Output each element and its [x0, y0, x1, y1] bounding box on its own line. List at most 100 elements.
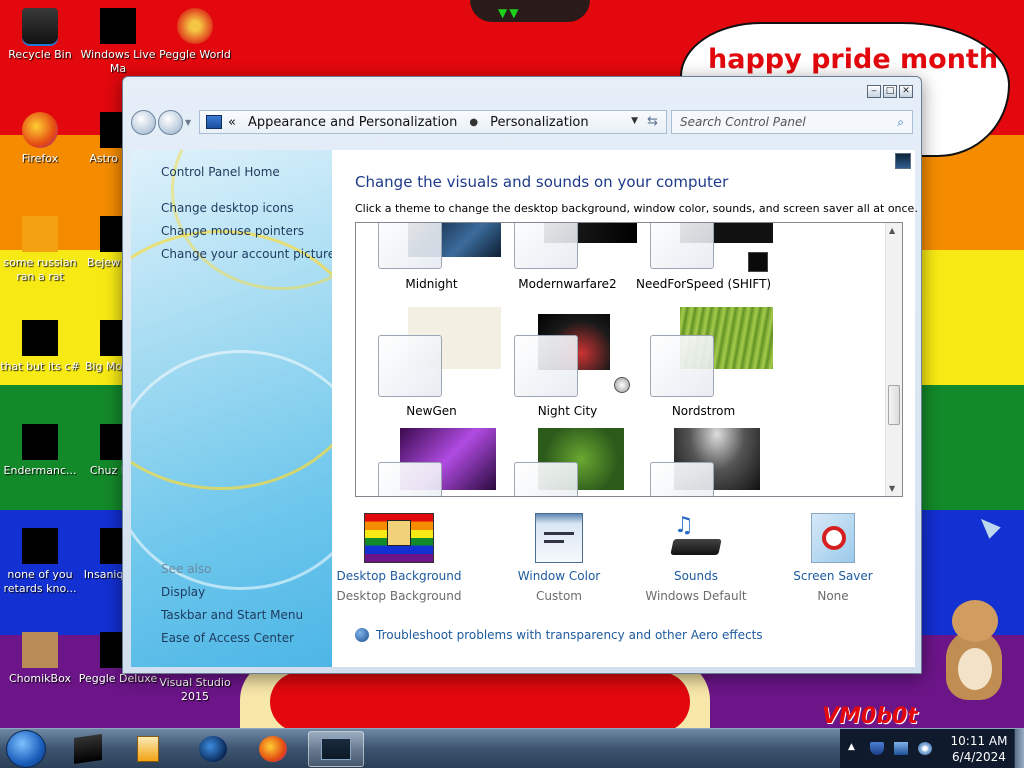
taskbar-app-4[interactable] [245, 731, 301, 767]
nav-link-change-account-picture[interactable]: Change your account picture [161, 247, 332, 261]
desktop-icon-firefox[interactable]: Firefox [0, 112, 80, 166]
setting-desktop-background[interactable]: Desktop Background Desktop Background [332, 513, 466, 603]
desktop-icon-endermanc[interactable]: Endermanc... [0, 424, 80, 478]
theme-name: NeedForSpeed (SHIFT) [636, 277, 772, 291]
theme-item-newgen[interactable]: NewGen [364, 307, 501, 427]
redacted-icon [100, 8, 136, 44]
start-button[interactable] [6, 730, 46, 768]
maximize-icon[interactable]: □ [883, 85, 897, 98]
breadcrumb-overflow[interactable]: « [228, 115, 236, 130]
breadcrumb-item-personalization[interactable]: Personalization [490, 115, 589, 130]
wallpaper-red-shape [270, 672, 690, 728]
desktop-icon-label: ChomikBox [9, 672, 71, 685]
nav-link-taskbar-start-menu[interactable]: Taskbar and Start Menu [161, 608, 303, 622]
theme-badge-icon [748, 252, 768, 272]
redacted-icon [22, 424, 58, 460]
taskbar-app-3[interactable] [185, 731, 241, 767]
desktop-icon-visual-studio[interactable]: Visual Studio 2015 [155, 676, 235, 704]
setting-label[interactable]: Desktop Background [332, 569, 466, 583]
theme-item-leaf[interactable] [500, 428, 635, 496]
desktop-icon-windows-live[interactable]: Windows Live Ma [78, 8, 158, 76]
theme-item-purple[interactable] [364, 428, 499, 496]
screen-saver-icon [811, 513, 855, 563]
taskbar-app-2[interactable] [120, 731, 176, 767]
taskbar-app-1[interactable] [60, 731, 116, 767]
setting-label[interactable]: Screen Saver [766, 569, 900, 583]
theme-item-modernwarfare2[interactable]: Modernwarfare2 [500, 223, 637, 291]
troubleshoot-text[interactable]: Troubleshoot problems with transparency … [376, 628, 763, 642]
troubleshoot-icon [355, 628, 369, 642]
theme-item-spotlight[interactable] [636, 428, 771, 496]
peggle-world-icon [177, 8, 213, 44]
theme-item-midnight[interactable]: Midnight [364, 223, 501, 291]
desktop-icon-peggle-world[interactable]: Peggle World [155, 8, 235, 62]
search-icon[interactable]: ⌕ [897, 115, 904, 130]
desktop-icon-label: some russian ran a rat [3, 256, 77, 283]
chevron-down-icon[interactable]: ▼ [631, 116, 638, 126]
nav-link-change-mouse-pointers[interactable]: Change mouse pointers [161, 224, 304, 238]
globe-icon [199, 736, 227, 762]
theme-item-needforspeed[interactable]: NeedForSpeed (SHIFT) [636, 223, 773, 291]
nav-link-ease-of-access[interactable]: Ease of Access Center [161, 631, 294, 645]
main-pane: Change the visuals and sounds on your co… [332, 150, 918, 667]
breadcrumb-item-appearance[interactable]: Appearance and Personalization [248, 115, 457, 130]
recycle-bin-icon [22, 8, 58, 44]
setting-value: Custom [536, 589, 582, 603]
desktop-icon-csharp[interactable]: that but its c# [0, 320, 80, 374]
nav-link-control-panel-home[interactable]: Control Panel Home [161, 165, 280, 179]
refresh-icon[interactable]: ⇆ [647, 114, 658, 129]
setting-label[interactable]: Window Color [492, 569, 626, 583]
close-icon[interactable]: ✕ [899, 85, 913, 98]
see-also-heading: See also [161, 562, 212, 576]
theme-list-scrollbar[interactable]: ▲ ▼ [885, 223, 902, 496]
desktop-icon-label: Peggle Deluxe [78, 672, 158, 685]
setting-screen-saver[interactable]: Screen Saver None [766, 513, 900, 603]
nav-link-display[interactable]: Display [161, 585, 205, 599]
setting-value: None [817, 589, 849, 603]
show-hidden-icons[interactable]: ▲ [848, 742, 862, 755]
page-subtitle: Click a theme to change the desktop back… [355, 202, 918, 215]
taskbar: ▲ 10:11 AM 6/4/2024 [0, 728, 1024, 768]
search-input[interactable]: Search Control Panel [680, 115, 806, 129]
clock[interactable]: 10:11 AM 6/4/2024 [944, 733, 1014, 765]
search-box[interactable]: Search Control Panel ⌕ [671, 110, 913, 134]
back-button[interactable] [131, 109, 156, 135]
setting-label[interactable]: Sounds [629, 569, 763, 583]
troubleshoot-link[interactable]: Troubleshoot problems with transparency … [355, 628, 763, 642]
volume-icon[interactable] [918, 742, 932, 755]
minimize-icon[interactable]: ‒ [867, 85, 881, 98]
window-controls: ‒ □ ✕ [867, 85, 913, 98]
firefox-icon [259, 736, 287, 762]
chomikbox-icon [22, 632, 58, 668]
breadcrumb[interactable]: « Appearance and Personalization ● Perso… [199, 110, 667, 134]
theme-item-night-city[interactable]: Night City [500, 307, 635, 427]
desktop-icon-none-of-you[interactable]: none of you retards kno... [0, 528, 80, 596]
scroll-up-icon[interactable]: ▲ [889, 226, 895, 235]
recent-pages-dropdown[interactable]: ▼ [185, 118, 193, 127]
scroll-down-icon[interactable]: ▼ [889, 484, 895, 493]
network-icon[interactable] [894, 742, 908, 755]
desktop-icon-russian[interactable]: some russian ran a rat [0, 216, 80, 284]
breadcrumb-separator[interactable]: ● [469, 117, 478, 128]
forward-button[interactable] [158, 109, 183, 135]
theme-list: Midnight Modernwarfare2 NeedForSpeed (SH… [355, 222, 903, 497]
scrollbar-thumb[interactable] [888, 385, 900, 425]
desktop-icon-recycle-bin[interactable]: Recycle Bin [0, 8, 80, 62]
setting-sounds[interactable]: ♫ Sounds Windows Default [629, 513, 763, 603]
window-color-icon [535, 513, 583, 563]
taskbar-app-5[interactable] [308, 731, 364, 767]
shield-icon[interactable] [870, 742, 884, 755]
show-desktop-button[interactable] [1014, 729, 1024, 768]
nav-link-change-desktop-icons[interactable]: Change desktop icons [161, 201, 294, 215]
control-panel-icon [206, 115, 222, 129]
desktop-icon-label: Recycle Bin [8, 48, 72, 61]
desktop-icon-chomikbox[interactable]: ChomikBox [0, 632, 80, 686]
theme-name: Night City [537, 404, 598, 418]
hamster-mascot [938, 600, 1008, 700]
theme-item-nordstrom[interactable]: Nordstrom [636, 307, 773, 427]
page-title: Change the visuals and sounds on your co… [355, 173, 729, 191]
desktop-icon-label: Visual Studio 2015 [159, 676, 231, 703]
redacted-icon [22, 528, 58, 564]
wallpaper-thumbnail-icon [895, 153, 911, 169]
setting-window-color[interactable]: Window Color Custom [492, 513, 626, 603]
